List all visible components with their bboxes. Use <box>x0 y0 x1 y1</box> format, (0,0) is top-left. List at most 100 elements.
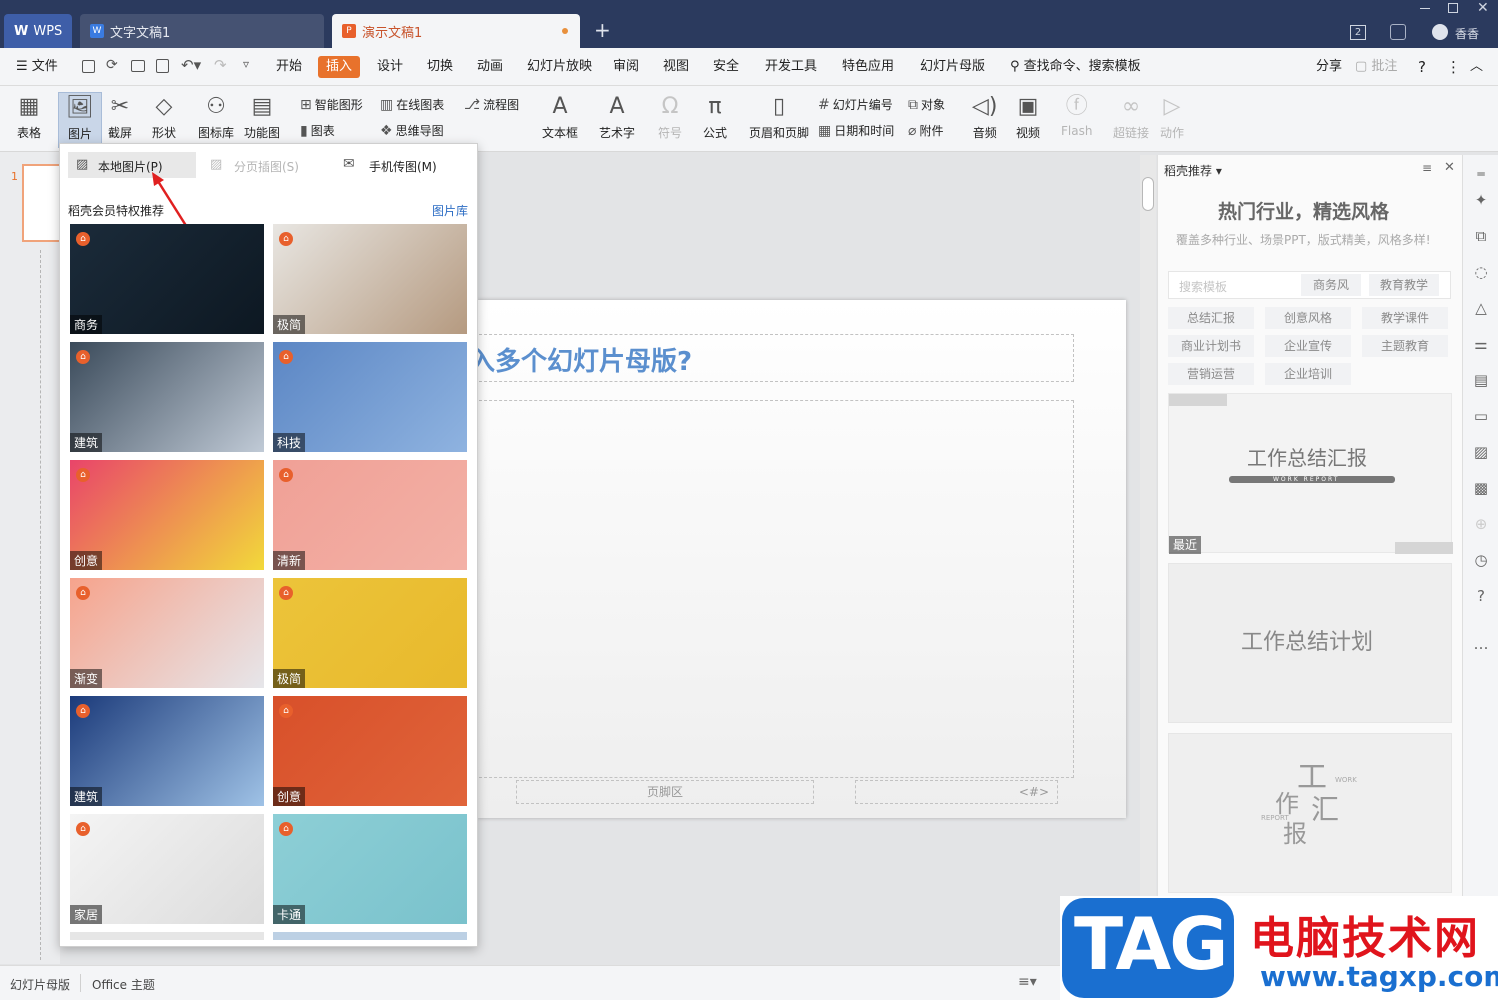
datetime-button[interactable]: ▦ 日期和时间 <box>818 122 894 139</box>
picture-thumbnail[interactable]: ⌂ 渐变 <box>70 578 264 688</box>
maximize-icon[interactable] <box>1448 3 1458 13</box>
more-options-icon[interactable]: ⋮ <box>1446 48 1461 86</box>
status-slide-master[interactable]: 幻灯片母版 <box>10 976 70 993</box>
picture-thumbnail[interactable]: ⌂ 创意 <box>70 460 264 570</box>
print-icon[interactable] <box>131 60 145 72</box>
menu-item-view[interactable]: 视图 <box>663 48 689 86</box>
function-chart-button[interactable]: ▤ 功能图 <box>244 92 280 141</box>
tab-wps-home[interactable]: W WPS <box>4 14 72 48</box>
window-count-badge[interactable]: 2 <box>1350 25 1366 40</box>
header-footer-button[interactable]: ▯ 页眉和页脚 <box>749 92 809 141</box>
command-search[interactable]: ⚲ 查找命令、搜索模板 <box>1010 48 1141 86</box>
template-tag[interactable]: 商业计划书 <box>1168 335 1254 357</box>
properties-icon[interactable]: ⚌ <box>1472 335 1490 353</box>
shape-button[interactable]: ◇ 形状 <box>152 92 176 141</box>
share-button[interactable]: 分享 <box>1316 48 1342 86</box>
picture-thumbnail[interactable]: ⌂ 极简 <box>273 578 467 688</box>
video-button[interactable]: ▣ 视频 <box>1016 92 1040 141</box>
template-card-summary-report[interactable]: 工作总结汇报 WORK REPORT 最近 <box>1168 393 1453 554</box>
menu-item-devtools[interactable]: 开发工具 <box>765 48 817 86</box>
status-theme[interactable]: Office 主题 <box>92 976 155 993</box>
gallery-icon[interactable]: ▩ <box>1472 479 1490 497</box>
avatar[interactable] <box>1432 24 1448 40</box>
user-name[interactable]: 香香 <box>1455 25 1479 42</box>
table-button[interactable]: ▦ 表格 <box>17 92 41 141</box>
icon-library-button[interactable]: ⚇ 图标库 <box>198 92 234 141</box>
template-tag[interactable]: 主题教育 <box>1362 335 1448 357</box>
pane-menu-icon[interactable]: ≡ <box>1422 161 1432 175</box>
more-icon[interactable]: … <box>1472 635 1490 653</box>
picture-thumbnail[interactable]: ⌂ 清新 <box>273 460 467 570</box>
page-picture-item[interactable]: ▨ 分页插图(S) <box>210 152 320 178</box>
menu-item-transition[interactable]: 切换 <box>427 48 453 86</box>
smart-shape-button[interactable]: ⊞ 智能图形 <box>300 96 363 113</box>
mindmap-button[interactable]: ❖ 思维导图 <box>380 122 444 139</box>
menu-item-start[interactable]: 开始 <box>276 48 302 86</box>
format-painter-icon[interactable]: ⟳ <box>106 57 118 73</box>
screenshot-button[interactable]: ✂ 截屏 <box>108 92 132 141</box>
shapes-icon[interactable]: ◌ <box>1472 263 1490 281</box>
new-tab-button[interactable]: + <box>594 18 611 42</box>
template-tag[interactable]: 总结汇报 <box>1168 307 1254 329</box>
help-button[interactable]: ? <box>1418 48 1426 86</box>
picture-thumbnail[interactable]: ⌂ 卡通 <box>273 814 467 924</box>
picture-thumbnail-partial[interactable] <box>70 932 264 940</box>
menu-item-animation[interactable]: 动画 <box>477 48 503 86</box>
menu-item-slideshow[interactable]: 幻灯片放映 <box>527 48 592 86</box>
redo-icon[interactable]: ↷ <box>214 56 227 74</box>
footer-placeholder[interactable]: 页脚区 <box>516 780 814 804</box>
template-tag[interactable]: 营销运营 <box>1168 363 1254 385</box>
picture-thumbnail[interactable]: ⌂ 极简 <box>273 224 467 334</box>
undo-icon[interactable]: ↶▾ <box>181 56 201 74</box>
menu-item-special[interactable]: 特色应用 <box>842 48 894 86</box>
picture-thumbnail[interactable]: ⌂ 家居 <box>70 814 264 924</box>
template-tag[interactable]: 教学课件 <box>1362 307 1448 329</box>
flash-button[interactable]: ⓕ Flash <box>1061 92 1092 138</box>
template-tag[interactable]: 创意风格 <box>1265 307 1351 329</box>
copy-icon[interactable]: ⧉ <box>1472 227 1490 245</box>
print-preview-icon[interactable] <box>156 59 169 73</box>
picture-thumbnail[interactable]: ⌂ 建筑 <box>70 696 264 806</box>
picture-thumbnail[interactable]: ⌂ 科技 <box>273 342 467 452</box>
file-menu[interactable]: ☰ 文件 <box>16 48 58 86</box>
picture-thumbnail-partial[interactable] <box>273 932 467 940</box>
search-tag-business[interactable]: 商务风 <box>1301 274 1361 296</box>
download-icon[interactable]: ⊕ <box>1472 515 1490 533</box>
close-icon[interactable]: ✕ <box>1477 0 1489 16</box>
picture-thumbnail[interactable]: ⌂ 商务 <box>70 224 264 334</box>
menu-item-slide-master[interactable]: 幻灯片母版 <box>920 48 985 86</box>
tab-writer-doc[interactable]: W 文字文稿1 <box>80 14 324 48</box>
magic-icon[interactable]: ✦ <box>1472 191 1490 209</box>
quick-access-more-icon[interactable]: ▿ <box>243 57 249 71</box>
recommend-header[interactable]: 稻壳推荐 ▾ <box>1164 162 1222 179</box>
search-tag-education[interactable]: 教育教学 <box>1369 274 1439 296</box>
online-chart-button[interactable]: ▥ 在线图表 <box>380 96 444 113</box>
collapse-ribbon-icon[interactable]: ︿ <box>1470 48 1483 86</box>
template-tag[interactable]: 企业宣传 <box>1265 335 1351 357</box>
minimize-icon[interactable] <box>1420 8 1430 9</box>
hyperlink-button[interactable]: ∞ 超链接 <box>1113 92 1149 141</box>
content-placeholder[interactable] <box>474 400 1074 778</box>
menu-item-review[interactable]: 审阅 <box>613 48 639 86</box>
picture-thumbnail[interactable]: ⌂ 建筑 <box>70 342 264 452</box>
audio-button[interactable]: ◁) 音频 <box>972 92 998 141</box>
phone-picture-item[interactable]: ✉ 手机传图(M) <box>343 152 463 178</box>
formula-button[interactable]: π 公式 <box>703 92 727 141</box>
tab-presentation[interactable]: P 演示文稿1 <box>332 14 580 48</box>
box-icon[interactable]: ▭ <box>1472 407 1490 425</box>
slide-number-button[interactable]: # 幻灯片编号 <box>818 96 893 113</box>
pane-close-icon[interactable]: ✕ <box>1444 160 1455 175</box>
save-icon[interactable] <box>82 60 95 73</box>
attachment-button[interactable]: ⌀ 附件 <box>908 122 943 139</box>
slide-thumbnail[interactable] <box>22 164 64 242</box>
menu-item-insert[interactable]: 插入 <box>318 56 361 78</box>
slide-canvas[interactable]: 入多个幻灯片母版? 页脚区 <#> <box>469 300 1126 818</box>
object-button[interactable]: ⧉ 对象 <box>908 96 945 113</box>
slide-number-placeholder[interactable]: <#> <box>855 780 1058 804</box>
menu-item-design[interactable]: 设计 <box>377 48 403 86</box>
template-tag[interactable]: 企业培训 <box>1265 363 1351 385</box>
image-icon[interactable]: ▨ <box>1472 443 1490 461</box>
strip-collapse-icon[interactable]: ═ <box>1472 165 1490 183</box>
vertical-scrollbar[interactable] <box>1140 155 1156 965</box>
picture-button[interactable]: 🖼 图片 <box>58 92 102 148</box>
